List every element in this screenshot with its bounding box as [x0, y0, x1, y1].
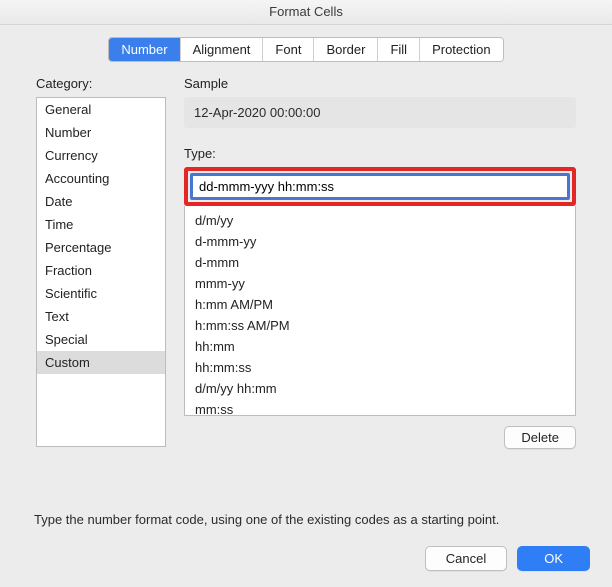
format-code-item[interactable]: mmm-yy [185, 273, 575, 294]
format-code-item[interactable]: d/m/yy [185, 210, 575, 231]
cancel-button[interactable]: Cancel [425, 546, 507, 571]
category-item-fraction[interactable]: Fraction [37, 259, 165, 282]
details-column: Sample 12-Apr-2020 00:00:00 Type: d/m/yy… [184, 76, 576, 449]
tab-border[interactable]: Border [314, 38, 378, 61]
category-column: Category: General Number Currency Accoun… [36, 76, 166, 449]
tab-font[interactable]: Font [263, 38, 314, 61]
delete-row: Delete [184, 426, 576, 449]
format-code-item[interactable]: d/m/yy hh:mm [185, 378, 575, 399]
tab-strip: Number Alignment Font Border Fill Protec… [108, 37, 503, 62]
format-code-item[interactable]: hh:mm [185, 336, 575, 357]
window-title: Format Cells [0, 0, 612, 25]
category-item-text[interactable]: Text [37, 305, 165, 328]
format-cells-dialog: Format Cells Number Alignment Font Borde… [0, 0, 612, 587]
category-label: Category: [36, 76, 166, 91]
type-input[interactable] [190, 173, 570, 200]
category-item-date[interactable]: Date [37, 190, 165, 213]
category-listbox[interactable]: General Number Currency Accounting Date … [36, 97, 166, 447]
format-code-item[interactable]: h:mm:ss AM/PM [185, 315, 575, 336]
category-item-percentage[interactable]: Percentage [37, 236, 165, 259]
delete-button[interactable]: Delete [504, 426, 576, 449]
sample-value: 12-Apr-2020 00:00:00 [184, 97, 576, 128]
category-item-general[interactable]: General [37, 98, 165, 121]
category-item-time[interactable]: Time [37, 213, 165, 236]
category-item-number[interactable]: Number [37, 121, 165, 144]
tab-alignment[interactable]: Alignment [181, 38, 264, 61]
hint-text: Type the number format code, using one o… [34, 512, 578, 527]
format-code-item[interactable]: d-mmm-yy [185, 231, 575, 252]
tab-protection[interactable]: Protection [420, 38, 503, 61]
format-code-item[interactable]: mm:ss [185, 399, 575, 416]
category-item-currency[interactable]: Currency [37, 144, 165, 167]
tab-fill[interactable]: Fill [378, 38, 420, 61]
format-code-item[interactable]: h:mm AM/PM [185, 294, 575, 315]
type-area: Type: d/m/yy d-mmm-yy d-mmm mmm-yy h:mm … [184, 146, 576, 449]
format-code-listbox[interactable]: d/m/yy d-mmm-yy d-mmm mmm-yy h:mm AM/PM … [184, 206, 576, 416]
dialog-body: Category: General Number Currency Accoun… [0, 62, 612, 449]
format-code-item[interactable]: hh:mm:ss [185, 357, 575, 378]
category-item-special[interactable]: Special [37, 328, 165, 351]
category-item-custom[interactable]: Custom [37, 351, 165, 374]
dialog-footer: Cancel OK [425, 546, 590, 571]
sample-label: Sample [184, 76, 576, 91]
tab-strip-container: Number Alignment Font Border Fill Protec… [0, 37, 612, 62]
category-item-accounting[interactable]: Accounting [37, 167, 165, 190]
type-label: Type: [184, 146, 576, 161]
category-item-scientific[interactable]: Scientific [37, 282, 165, 305]
ok-button[interactable]: OK [517, 546, 590, 571]
type-input-highlight [184, 167, 576, 206]
tab-number[interactable]: Number [109, 38, 180, 61]
format-code-item[interactable]: d-mmm [185, 252, 575, 273]
